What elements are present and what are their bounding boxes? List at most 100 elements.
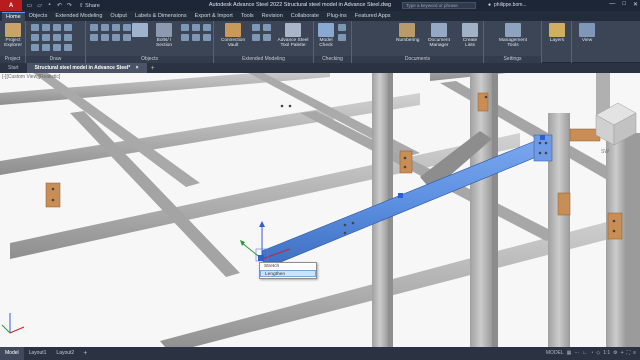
- plate-icon[interactable]: [112, 24, 120, 31]
- close-button[interactable]: ✕: [633, 1, 638, 8]
- user-name: philippe.bom...: [494, 2, 527, 8]
- ucs-icon[interactable]: [42, 34, 50, 41]
- tab-tools[interactable]: Tools: [237, 12, 258, 21]
- model-viewport[interactable]: SW [-][Custom View][Realistic] Stretch L…: [0, 73, 640, 347]
- cope-icon[interactable]: [203, 34, 211, 41]
- tab-home[interactable]: Home: [2, 12, 25, 21]
- rectangle-icon[interactable]: [31, 34, 39, 41]
- steel-model-canvas[interactable]: SW: [0, 73, 640, 347]
- undo-icon[interactable]: ↶: [56, 2, 63, 9]
- update-joint-icon[interactable]: [252, 34, 260, 41]
- fullscreen-icon[interactable]: ⛶: [627, 350, 631, 356]
- layout-tab-layout2[interactable]: Layout2: [51, 347, 79, 360]
- audit-icon[interactable]: [338, 34, 346, 41]
- layout-tab-layout1[interactable]: Layout1: [24, 347, 52, 360]
- annotation-scale[interactable]: 1:1: [603, 350, 610, 356]
- railing-icon[interactable]: [112, 34, 120, 41]
- create-lists-button[interactable]: Create Lists: [460, 23, 480, 48]
- tool-palette-icon: [285, 23, 301, 37]
- cut-icon[interactable]: [192, 34, 200, 41]
- arc-icon[interactable]: [64, 24, 72, 31]
- group-draw: Draw: [26, 21, 86, 63]
- beam-icon[interactable]: [90, 24, 98, 31]
- drawing-tab[interactable]: Structural steel model in Advance Steel*…: [26, 63, 147, 73]
- project-explorer-button[interactable]: Project Explorer: [2, 23, 24, 48]
- create-lists-label: Create Lists: [462, 38, 478, 48]
- tab-output[interactable]: Output: [106, 12, 131, 21]
- view-button[interactable]: View: [577, 23, 597, 43]
- app-logo[interactable]: A: [0, 0, 22, 11]
- user-menu[interactable]: ● philippe.bom...: [488, 2, 527, 8]
- document-manager-icon: [431, 23, 447, 37]
- viewport-controls[interactable]: [-][Custom View][Realistic]: [2, 74, 60, 80]
- close-tab-icon[interactable]: ×: [136, 65, 139, 71]
- rotate-icon[interactable]: [53, 44, 61, 51]
- snap-icon[interactable]: ⋯: [574, 350, 579, 356]
- grid-icon[interactable]: [53, 34, 61, 41]
- menu-item-lengthen[interactable]: Lengthen: [260, 270, 316, 277]
- stair-icon[interactable]: [101, 34, 109, 41]
- ortho-icon[interactable]: ∟: [582, 350, 587, 356]
- clash-check-icon[interactable]: [338, 24, 346, 31]
- management-tools-button[interactable]: Management Tools: [494, 23, 532, 48]
- osnap-icon[interactable]: ◇: [596, 350, 600, 356]
- document-manager-button[interactable]: Document Manager: [424, 23, 454, 48]
- layout-tab-model[interactable]: Model: [0, 347, 24, 360]
- redo-icon[interactable]: ↷: [66, 2, 73, 9]
- document-manager-label: Document Manager: [428, 38, 450, 48]
- tab-extended-modeling[interactable]: Extended Modeling: [51, 12, 106, 21]
- beam-button[interactable]: [130, 23, 150, 38]
- polar-icon[interactable]: ◔: [590, 350, 593, 356]
- tool-palette-button[interactable]: Advance Steel Tool Palette: [276, 23, 310, 48]
- bolts-icon: [156, 23, 172, 37]
- minimize-button[interactable]: —: [609, 1, 615, 8]
- menu-icon[interactable]: ≡: [633, 350, 636, 356]
- tab-collaborate[interactable]: Collaborate: [287, 12, 323, 21]
- maximize-button[interactable]: □: [622, 1, 626, 8]
- joint-props-icon[interactable]: [263, 34, 271, 41]
- line-icon[interactable]: [31, 24, 39, 31]
- mirror-icon[interactable]: [64, 44, 72, 51]
- plus-icon[interactable]: +: [621, 350, 624, 356]
- anchor-icon[interactable]: [192, 24, 200, 31]
- add-layout-button[interactable]: +: [83, 350, 87, 357]
- share-button[interactable]: ⇧ Share: [79, 3, 100, 9]
- point-icon[interactable]: [64, 34, 72, 41]
- tab-revision[interactable]: Revision: [258, 12, 287, 21]
- open-icon[interactable]: ▱: [36, 2, 43, 9]
- tool-palette-label: Advance Steel Tool Palette: [277, 38, 309, 48]
- start-tab[interactable]: Start: [0, 63, 27, 73]
- group-checking: Model Check Checking: [314, 21, 352, 63]
- tab-objects[interactable]: Objects: [25, 12, 52, 21]
- model-space-button[interactable]: MODEL: [546, 350, 564, 356]
- window-title: Autodesk Advance Steel 2022 Structural s…: [208, 2, 392, 8]
- draw-tools: [31, 24, 72, 51]
- menu-item-stretch[interactable]: Stretch: [260, 263, 316, 270]
- grid-icon[interactable]: ▦: [567, 350, 572, 356]
- tab-labels-dimensions[interactable]: Labels & Dimensions: [131, 12, 191, 21]
- search-input[interactable]: Type a keyword or phrase: [402, 2, 476, 9]
- tab-plug-ins[interactable]: Plug-ins: [323, 12, 351, 21]
- new-icon[interactable]: ▭: [26, 2, 33, 9]
- column-icon[interactable]: [101, 24, 109, 31]
- move-icon[interactable]: [31, 44, 39, 51]
- copy-icon[interactable]: [42, 44, 50, 51]
- tab-export-import[interactable]: Export & Import: [191, 12, 237, 21]
- copy-joint-icon[interactable]: [263, 24, 271, 31]
- joint-icon[interactable]: [252, 24, 260, 31]
- layers-button[interactable]: Layers: [547, 23, 567, 43]
- grating-icon[interactable]: [90, 34, 98, 41]
- gear-icon[interactable]: ⚙: [613, 350, 617, 356]
- connection-vault-button[interactable]: Connection Vault: [220, 23, 246, 48]
- bolts-button[interactable]: Bolts/ I Section: [152, 23, 176, 48]
- circle-icon[interactable]: [53, 24, 61, 31]
- polyline-icon[interactable]: [42, 24, 50, 31]
- numbering-button[interactable]: Numbering: [396, 23, 419, 43]
- weld-icon[interactable]: [181, 24, 189, 31]
- tab-featured-apps[interactable]: Featured Apps: [351, 12, 395, 21]
- hole-icon[interactable]: [181, 34, 189, 41]
- model-check-button[interactable]: Model Check: [317, 23, 335, 48]
- save-icon[interactable]: ▪: [46, 2, 53, 9]
- shear-stud-icon[interactable]: [203, 24, 211, 31]
- new-tab-button[interactable]: +: [151, 65, 155, 72]
